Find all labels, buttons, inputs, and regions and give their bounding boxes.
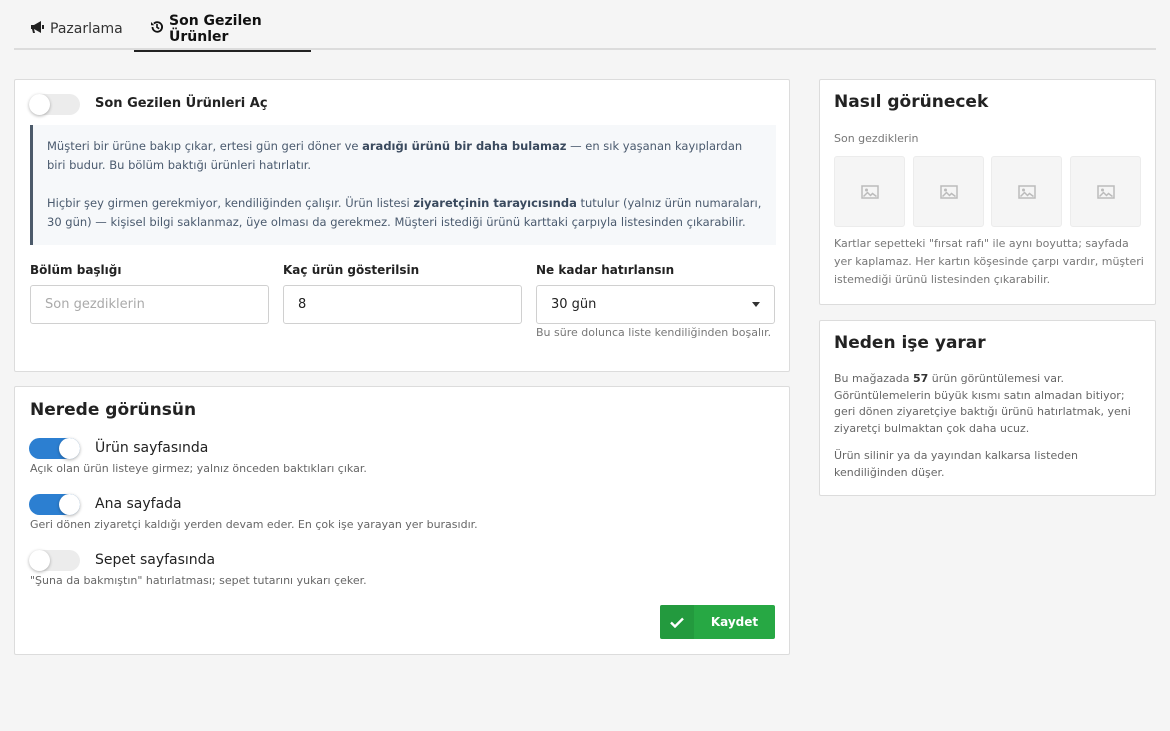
product-placeholder xyxy=(834,156,905,227)
duration-select[interactable]: 30 gün xyxy=(536,285,775,324)
product-count-input[interactable] xyxy=(283,285,522,324)
enable-label: Son Gezilen Ürünleri Aç xyxy=(95,96,268,111)
home-page-toggle[interactable] xyxy=(29,494,80,515)
product-page-toggle[interactable] xyxy=(29,438,80,459)
info-paragraph-2: Hiçbir şey girmen gerekmiyor, kendiliğin… xyxy=(47,196,762,229)
product-placeholder xyxy=(913,156,984,227)
tab-pazarlama[interactable]: Pazarlama xyxy=(30,8,123,50)
why-title: Neden işe yarar xyxy=(834,333,986,353)
save-button[interactable]: Kaydet xyxy=(660,605,775,639)
why-paragraph-2: Ürün silinir ya da yayından kalkarsa lis… xyxy=(834,449,1078,479)
image-icon xyxy=(939,184,958,199)
history-icon xyxy=(150,20,169,38)
product-page-label: Ürün sayfasında xyxy=(95,440,209,456)
product-page-desc: Açık olan ürün listeye girmez; yalnız ön… xyxy=(30,462,367,475)
cart-page-desc: "Şuna da bakmıştın" hatırlatması; sepet … xyxy=(30,574,367,587)
duration-label: Ne kadar hatırlansın xyxy=(536,263,675,277)
image-icon xyxy=(860,184,879,199)
duration-value: 30 gün xyxy=(551,297,597,312)
megaphone-icon xyxy=(30,20,50,38)
image-icon xyxy=(1096,184,1115,199)
tab-bar: Pazarlama Son Gezilen Ürünler xyxy=(14,8,1156,52)
preview-title: Nasıl görünecek xyxy=(834,92,989,112)
cart-page-label: Sepet sayfasında xyxy=(95,552,216,568)
save-label: Kaydet xyxy=(710,615,759,629)
enable-toggle[interactable] xyxy=(29,94,80,115)
product-placeholder xyxy=(991,156,1062,227)
check-icon xyxy=(660,605,694,639)
info-box: Müşteri bir ürüne bakıp çıkar, ertesi gü… xyxy=(30,125,776,245)
home-page-label: Ana sayfada xyxy=(95,496,182,512)
tab-label: Pazarlama xyxy=(50,21,123,37)
duration-help: Bu süre dolunca liste kendiliğinden boşa… xyxy=(536,326,772,339)
preview-card: Nasıl görünecek Son gezdiklerin Kartlar … xyxy=(819,79,1156,305)
why-card: Neden işe yarar Bu mağazada 57 ürün görü… xyxy=(819,320,1156,496)
preview-subtitle: Son gezdiklerin xyxy=(834,132,919,145)
info-paragraph-1: Müşteri bir ürüne bakıp çıkar, ertesi gü… xyxy=(47,139,743,172)
placement-title: Nerede görünsün xyxy=(30,400,197,420)
placement-card: Nerede görünsün Ürün sayfasında Açık ola… xyxy=(14,386,790,655)
cart-page-toggle[interactable] xyxy=(29,550,80,571)
tab-label: Son Gezilen Ürünler xyxy=(169,13,262,45)
caret-down-icon xyxy=(752,302,760,307)
why-paragraph-1: Bu mağazada 57 ürün görüntülemesi var. G… xyxy=(834,372,1131,435)
tab-son-gezilen[interactable]: Son Gezilen Ürünler xyxy=(134,8,311,52)
home-page-desc: Geri dönen ziyaretçi kaldığı yerden deva… xyxy=(30,518,478,531)
settings-card: Son Gezilen Ürünleri Aç Müşteri bir ürün… xyxy=(14,79,790,372)
product-placeholder xyxy=(1070,156,1141,227)
preview-note: Kartlar sepetteki "fırsat rafı" ile aynı… xyxy=(834,237,1144,286)
section-title-input[interactable] xyxy=(30,285,269,324)
section-title-label: Bölüm başlığı xyxy=(30,263,122,277)
product-count-label: Kaç ürün gösterilsin xyxy=(283,263,420,277)
image-icon xyxy=(1017,184,1036,199)
